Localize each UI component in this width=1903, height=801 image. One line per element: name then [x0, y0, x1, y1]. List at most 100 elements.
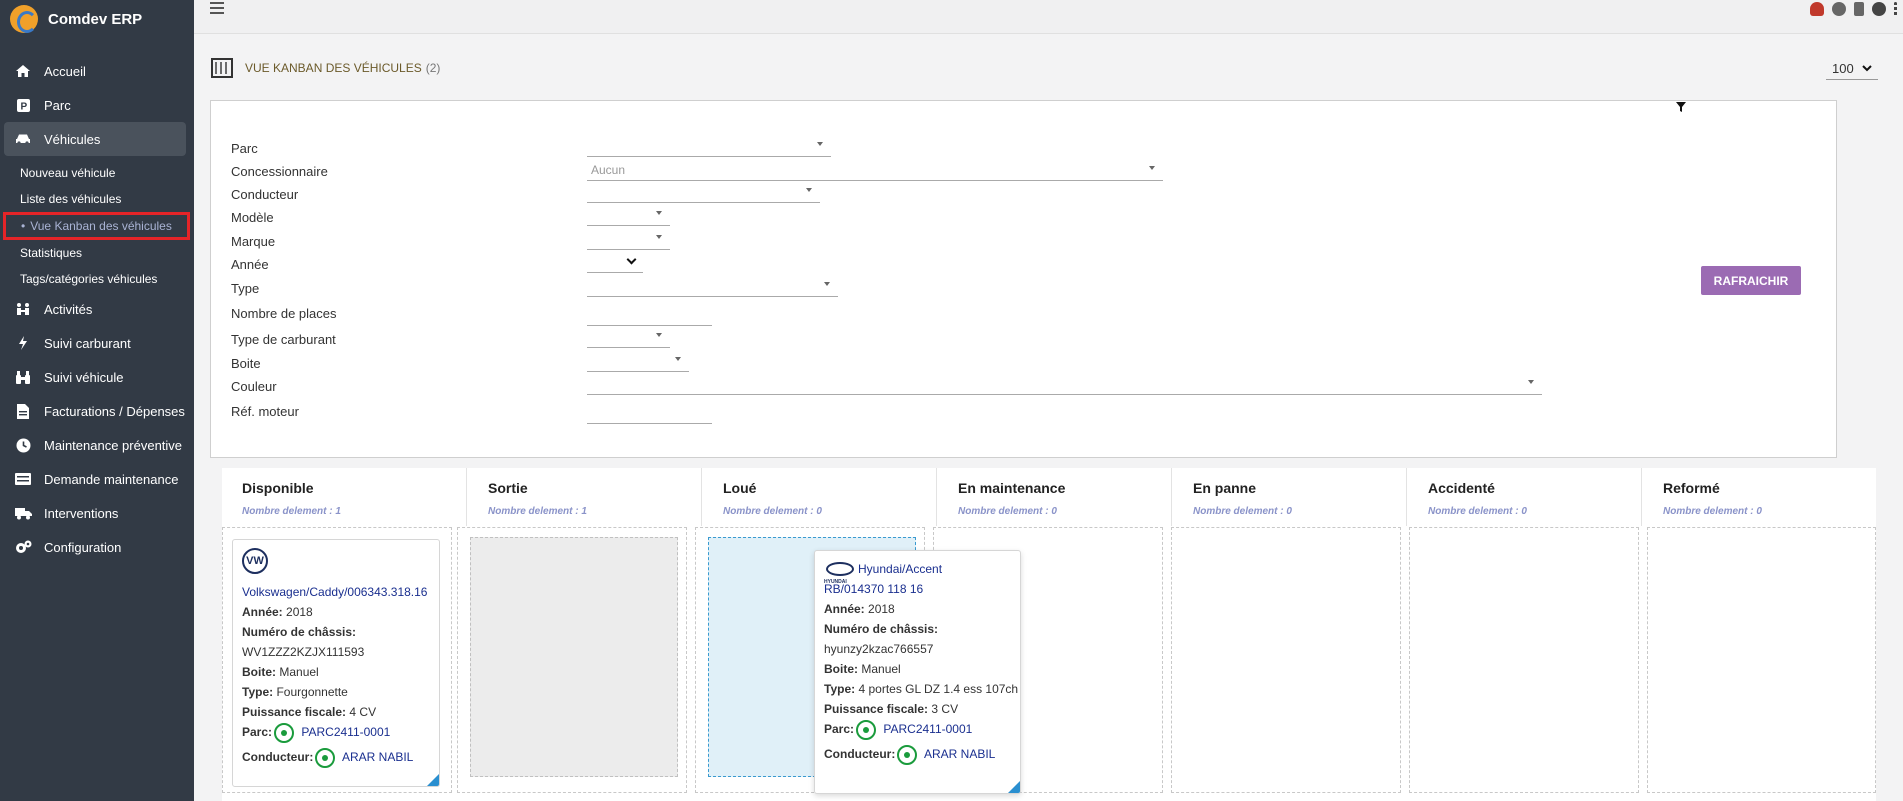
volkswagen-logo-icon: VW [242, 548, 268, 574]
couleur-select[interactable] [587, 377, 1542, 395]
concessionnaire-value: Aucun [591, 163, 626, 177]
filter-panel: Parc Concessionnaire Aucun Conducteur Mo… [210, 100, 1837, 458]
sidebar-item-parc[interactable]: P Parc [0, 88, 194, 122]
page-title: VUE KANBAN DES VÉHICULES [245, 61, 422, 75]
sidebar-item-facturations[interactable]: Facturations / Dépenses [0, 394, 194, 428]
brand[interactable]: Comdev ERP [0, 0, 194, 38]
chat-icon[interactable] [1832, 2, 1846, 16]
column-header-en-maintenance: En maintenance Nombre delement : 0 [938, 468, 1172, 526]
column-body-sortie [457, 527, 687, 793]
vehicle-chassis-label: Numéro de châssis: [824, 622, 939, 636]
sidebar-item-carburant[interactable]: Suivi carburant [0, 326, 194, 360]
sidebar-item-label: Interventions [44, 505, 119, 521]
resize-handle[interactable] [1008, 781, 1020, 793]
vehicle-plate[interactable]: RB/014370 118 16 [824, 579, 1011, 599]
vehicle-type: Type: 4 portes GL DZ 1.4 ess 107ch [824, 682, 1019, 696]
sidebar-item-label: Maintenance préventive [44, 437, 183, 453]
column-count: Nombre delement : 0 [1428, 506, 1527, 517]
sidebar-subitem-statistiques[interactable]: Statistiques [0, 240, 194, 266]
concessionnaire-select[interactable]: Aucun [587, 163, 1163, 181]
vehicle-gearbox: Boite: Manuel [242, 665, 319, 679]
parc-select[interactable] [587, 139, 831, 157]
more-icon[interactable] [1894, 2, 1897, 16]
vehicle-name-link[interactable]: Volkswagen/Caddy/006343.318.16 [242, 582, 430, 602]
user-avatar-icon[interactable] [1872, 2, 1886, 16]
refresh-button[interactable]: RAFRAICHIR [1701, 266, 1801, 295]
parc-link[interactable]: PARC2411-0001 [883, 722, 972, 736]
filter-label-nb-places: Nombre de places [231, 306, 337, 321]
column-header-sortie: Sortie Nombre delement : 1 [468, 468, 702, 526]
sidebar-subitem-kanban[interactable]: Vue Kanban des véhicules [3, 212, 190, 240]
type-select[interactable] [587, 279, 838, 297]
sidebar-item-maintenance-preventive[interactable]: Maintenance préventive [0, 428, 194, 462]
sidebar-item-interventions[interactable]: Interventions [0, 496, 194, 530]
sidebar-item-vehicules[interactable]: Véhicules [4, 122, 186, 156]
vehicle-year: Année: 2018 [242, 605, 313, 619]
parc-link[interactable]: PARC2411-0001 [301, 725, 390, 739]
sidebar-subitem-nouveau[interactable]: Nouveau véhicule [0, 160, 194, 186]
column-header-accidente: Accidenté Nombre delement : 0 [1408, 468, 1642, 526]
vehicle-chassis: hyunzy2kzac766557 [824, 642, 934, 656]
filter-icon[interactable] [1676, 101, 1686, 115]
gears-icon [14, 539, 32, 555]
annee-select[interactable] [587, 254, 643, 273]
svg-text:P: P [20, 101, 27, 112]
carburant-select[interactable] [587, 330, 670, 348]
column-count: Nombre delement : 0 [723, 506, 822, 517]
vehicle-name-link[interactable]: Hyundai/Accent [858, 562, 942, 576]
whatsapp-icon[interactable] [856, 719, 877, 740]
resize-handle[interactable] [427, 774, 439, 786]
request-icon [14, 471, 32, 487]
binoculars-icon [14, 369, 32, 385]
sidebar-item-configuration[interactable]: Configuration [0, 530, 194, 564]
column-header-reforme: Reformé Nombre delement : 0 [1643, 468, 1876, 526]
kanban-board: Disponible Nombre delement : 1 Sortie No… [222, 468, 1876, 801]
ref-moteur-input[interactable] [587, 406, 712, 424]
driver-link[interactable]: ARAR NABIL [342, 750, 413, 764]
drop-placeholder [470, 537, 678, 777]
topbar [194, 0, 1903, 34]
chevron-down-icon [1862, 65, 1872, 72]
whatsapp-icon[interactable] [897, 744, 918, 765]
filter-label-conducteur: Conducteur [231, 187, 299, 202]
sidebar-item-accueil[interactable]: Accueil [0, 54, 194, 88]
invoice-icon [14, 403, 32, 419]
column-body-reforme [1647, 527, 1876, 793]
sidebar-item-demande-maintenance[interactable]: Demande maintenance [0, 462, 194, 496]
vehicle-chassis: WV1ZZZ2KZJX111593 [242, 645, 365, 659]
per-page-value: 100 [1832, 61, 1854, 76]
vehicle-parc: Parc: PARC2411-0001 [824, 719, 1011, 744]
filter-label-ref-moteur: Réf. moteur [231, 404, 299, 419]
sidebar-item-suivi-vehicule[interactable]: Suivi véhicule [0, 360, 194, 394]
vehicle-driver: Conducteur: ARAR NABIL [242, 747, 430, 772]
driver-link[interactable]: ARAR NABIL [924, 747, 995, 761]
sidebar-subitem-liste[interactable]: Liste des véhicules [0, 186, 194, 212]
vehicle-card[interactable]: VW Volkswagen/Caddy/006343.318.16 Année:… [232, 539, 440, 787]
sidebar-item-label: Activités [44, 301, 93, 317]
sidebar-subitem-tags[interactable]: Tags/catégories véhicules [0, 266, 194, 292]
marque-select[interactable] [587, 232, 670, 250]
sidebar-nav: Accueil P Parc Véhicules Nouveau véhicul… [0, 54, 194, 564]
conducteur-select[interactable] [587, 185, 820, 203]
boite-select[interactable] [587, 354, 689, 372]
sidebar-item-activites[interactable]: Activités [0, 292, 194, 326]
vehicle-card[interactable]: Hyundai/Accent RB/014370 118 16 Année: 2… [814, 550, 1021, 794]
whatsapp-icon[interactable] [274, 722, 295, 743]
vehicle-type: Type: Fourgonnette [242, 685, 348, 699]
notification-icon[interactable] [1810, 2, 1824, 16]
truck-icon [14, 505, 32, 521]
menu-toggle-icon[interactable] [210, 2, 224, 14]
nb-places-input[interactable] [587, 308, 712, 326]
column-title: Loué [723, 480, 757, 496]
activities-icon [14, 301, 32, 317]
whatsapp-icon[interactable] [315, 747, 336, 768]
column-count: Nombre delement : 0 [1193, 506, 1292, 517]
modele-select[interactable] [587, 208, 670, 226]
sidebar-item-label: Demande maintenance [44, 471, 179, 487]
column-count: Nombre delement : 0 [958, 506, 1057, 517]
filter-label-parc: Parc [231, 141, 258, 156]
column-title: Accidenté [1428, 480, 1495, 496]
clipboard-icon[interactable] [1854, 2, 1864, 16]
per-page-select[interactable]: 100 [1826, 58, 1878, 80]
hyundai-logo-icon [824, 561, 854, 592]
